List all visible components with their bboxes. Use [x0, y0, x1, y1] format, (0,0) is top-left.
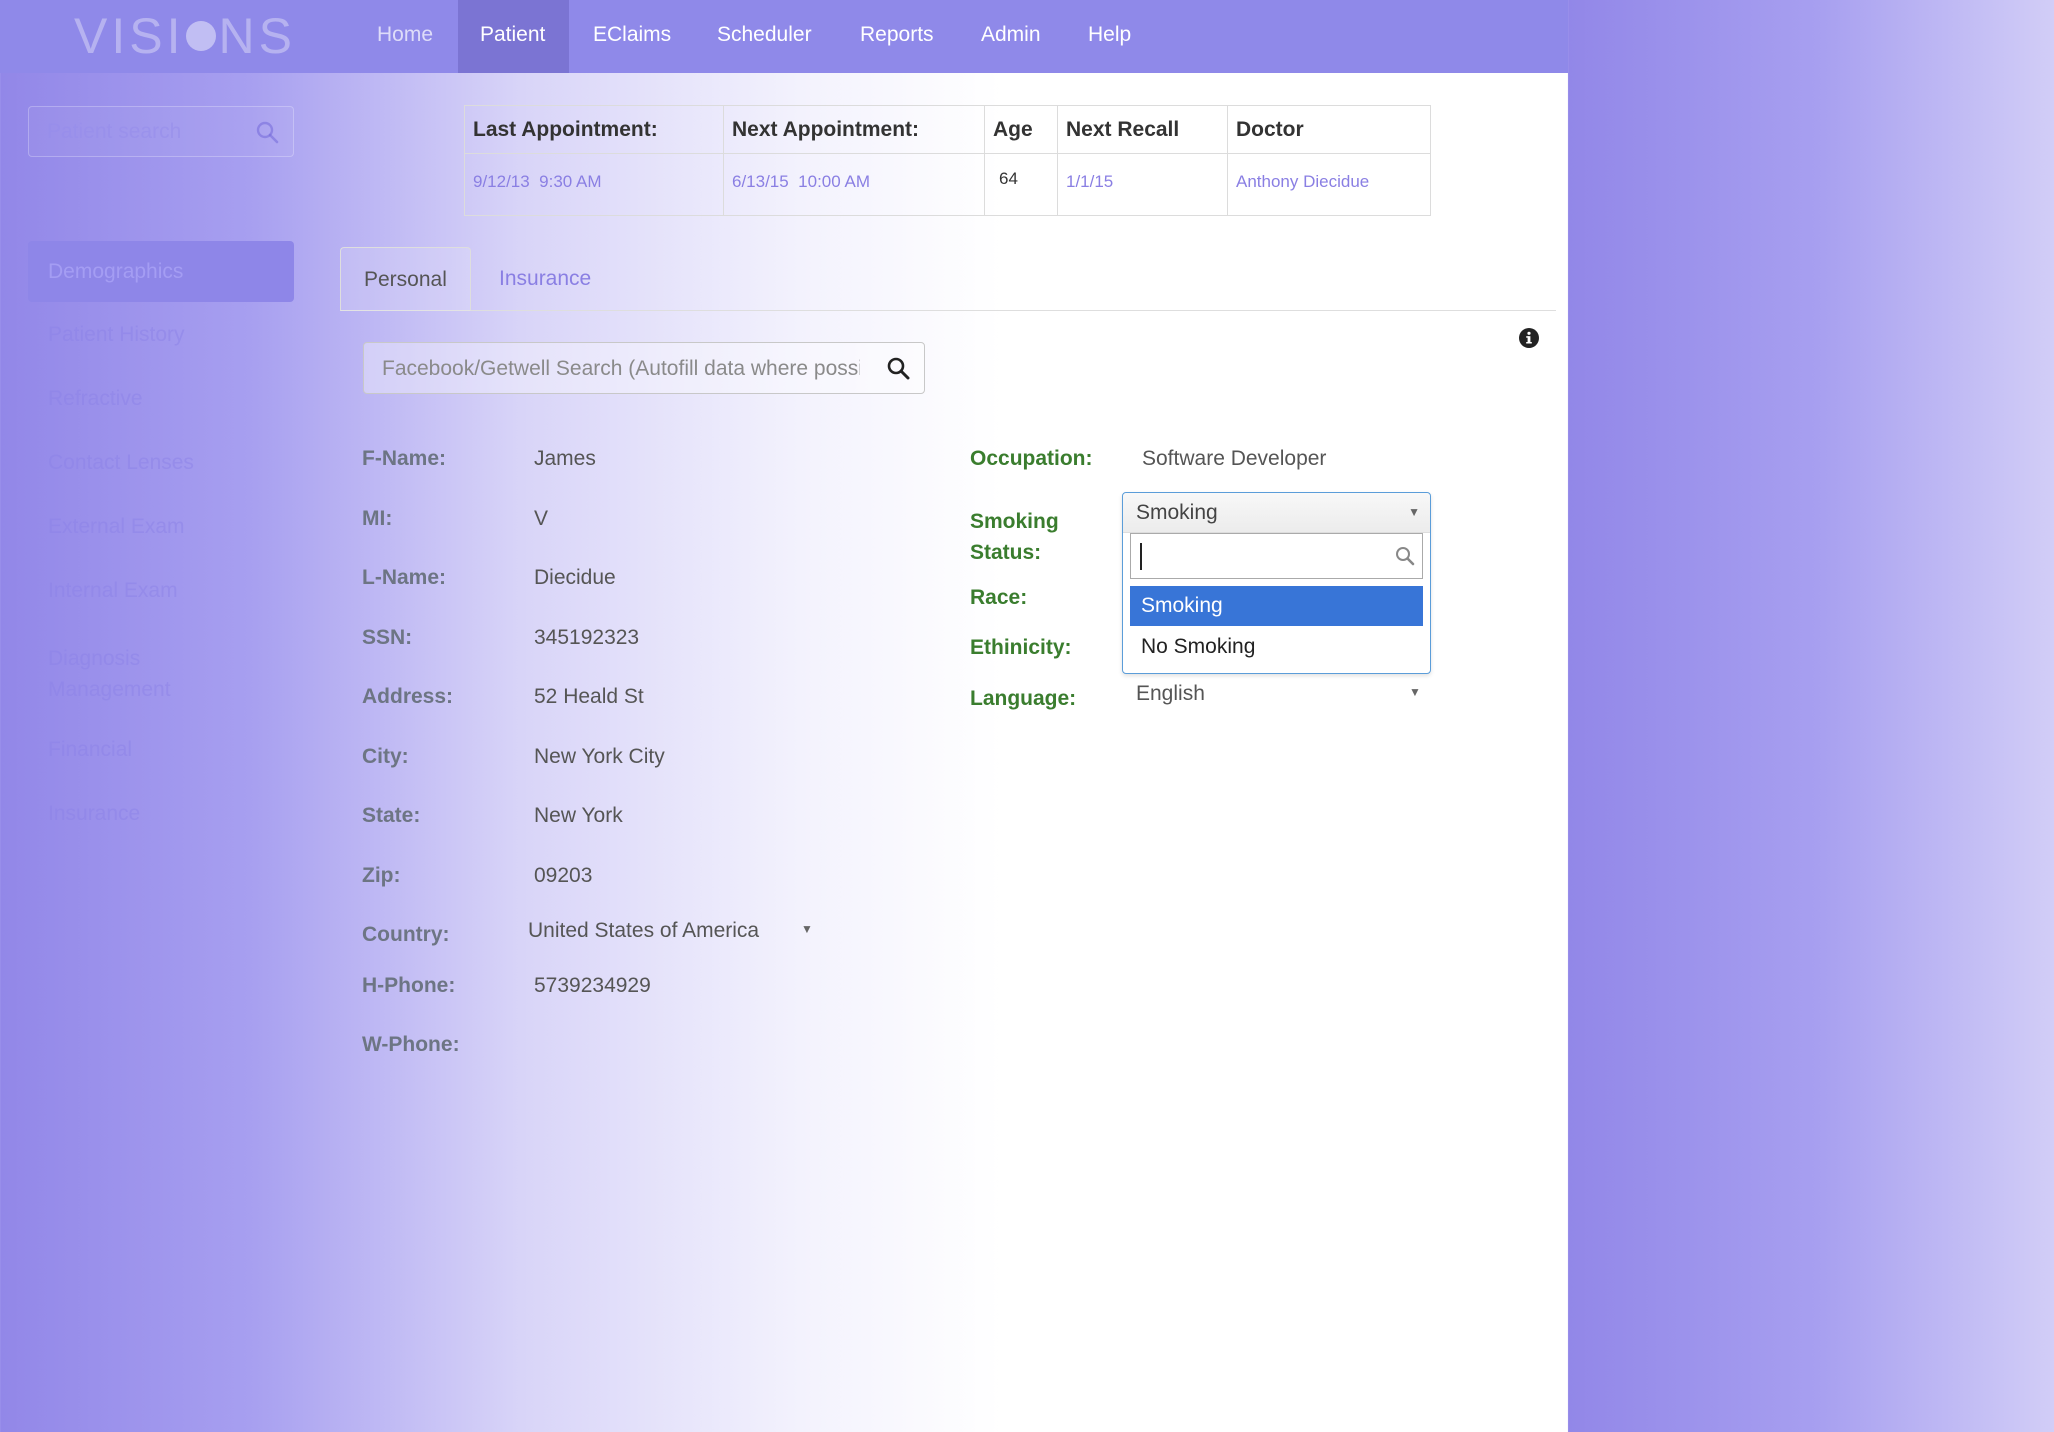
dropdown-search-input[interactable]	[1130, 533, 1423, 579]
chevron-down-icon: ▼	[1409, 685, 1421, 699]
state-label: State:	[362, 804, 421, 827]
hphone-value[interactable]: 5739234929	[534, 974, 651, 998]
occupation-value[interactable]: Software Developer	[1142, 447, 1326, 471]
nav-reports[interactable]: Reports	[838, 0, 956, 73]
table-header-row: Last Appointment: Next Appointment: Age …	[464, 105, 1431, 154]
address-label: Address:	[362, 685, 454, 708]
mi-label: MI:	[362, 507, 393, 530]
ethnicity-label: Ethinicity:	[970, 636, 1072, 659]
language-label: Language:	[970, 687, 1077, 710]
patient-search-input[interactable]: Patient search	[28, 106, 294, 157]
city-value[interactable]: New York City	[534, 745, 665, 769]
nav-help[interactable]: Help	[1066, 0, 1153, 73]
age-value: 64	[984, 153, 1058, 216]
ssn-value[interactable]: 345192323	[534, 626, 639, 650]
tab-insurance[interactable]: Insurance	[476, 247, 614, 311]
nav-scheduler[interactable]: Scheduler	[695, 0, 834, 73]
sidebar-item-internal-exam[interactable]: Internal Exam	[28, 579, 294, 603]
smoking-status-dropdown[interactable]: Smoking ▼ Smoking No Smoking	[1122, 492, 1431, 674]
country-selected-value: United States of America	[528, 919, 760, 942]
last-appointment-link[interactable]: 9/12/13 9:30 AM	[464, 153, 724, 216]
text-cursor	[1140, 543, 1142, 570]
table-row: 9/12/13 9:30 AM 6/13/15 10:00 AM 64 1/1/…	[464, 153, 1431, 216]
wphone-label: W-Phone:	[362, 1033, 460, 1056]
smoking-selected-value: Smoking	[1136, 501, 1218, 524]
nav-patient[interactable]: Patient	[458, 0, 569, 73]
state-value[interactable]: New York	[534, 804, 623, 828]
sidebar-item-external-exam[interactable]: External Exam	[28, 515, 294, 539]
column-header-next-recall: Next Recall	[1057, 105, 1228, 154]
next-appointment-link[interactable]: 6/13/15 10:00 AM	[723, 153, 985, 216]
zip-label: Zip:	[362, 864, 401, 887]
race-label: Race:	[970, 586, 1028, 609]
sidebar-item-patient-history[interactable]: Patient History	[28, 323, 294, 347]
next-recall-link[interactable]: 1/1/15	[1057, 153, 1228, 216]
lname-value[interactable]: Diecidue	[534, 566, 616, 590]
sidebar-item-refractive[interactable]: Refractive	[28, 387, 294, 411]
nav-admin[interactable]: Admin	[959, 0, 1063, 73]
fname-label: F-Name:	[362, 447, 447, 470]
sidebar-item-insurance[interactable]: Insurance	[28, 802, 294, 826]
smoking-label-line1: Smoking	[970, 510, 1059, 533]
column-header-doctor: Doctor	[1227, 105, 1431, 154]
zip-value[interactable]: 09203	[534, 864, 592, 888]
search-icon[interactable]	[255, 120, 279, 149]
social-search-input[interactable]: Facebook/Getwell Search (Autofill data w…	[363, 342, 925, 394]
column-header-last-appointment: Last Appointment:	[464, 105, 724, 154]
sidebar-item-diagnosis-management[interactable]: Diagnosis Management	[28, 643, 228, 705]
search-icon	[1394, 545, 1416, 572]
logo-text-right: NS	[218, 8, 296, 64]
city-label: City:	[362, 745, 409, 768]
fname-value[interactable]: James	[534, 447, 596, 471]
chevron-down-icon: ▼	[801, 922, 813, 936]
logo-circle-icon	[186, 20, 217, 51]
chevron-down-icon: ▼	[1408, 505, 1420, 519]
sidebar-item-demographics[interactable]: Demographics	[28, 241, 294, 302]
nav-eclaims[interactable]: EClaims	[571, 0, 693, 73]
search-icon[interactable]	[886, 356, 910, 385]
lname-label: L-Name:	[362, 566, 447, 589]
sidebar-item-contact-lenses[interactable]: Contact Lenses	[28, 451, 294, 475]
address-value[interactable]: 52 Heald St	[534, 685, 644, 709]
column-header-age: Age	[984, 105, 1058, 154]
nav-home[interactable]: Home	[355, 0, 455, 73]
dropdown-option-no-smoking[interactable]: No Smoking	[1130, 627, 1423, 667]
country-label: Country:	[362, 923, 450, 946]
ssn-label: SSN:	[362, 626, 413, 649]
appointment-summary-table: Last Appointment: Next Appointment: Age …	[464, 105, 1431, 216]
info-icon[interactable]	[1518, 327, 1540, 354]
language-selected-value: English	[1136, 682, 1205, 705]
doctor-link[interactable]: Anthony Diecidue	[1227, 153, 1431, 216]
hphone-label: H-Phone:	[362, 974, 456, 997]
occupation-label: Occupation:	[970, 447, 1093, 470]
smoking-status-select[interactable]: Smoking ▼	[1123, 493, 1430, 533]
smoking-label-line2: Status:	[970, 541, 1042, 564]
top-navbar: VISI NS Home Patient EClaims Scheduler Re…	[0, 0, 1568, 73]
social-search-placeholder: Facebook/Getwell Search (Autofill data w…	[382, 357, 860, 380]
dropdown-option-smoking[interactable]: Smoking	[1130, 586, 1423, 626]
visions-logo[interactable]: VISI NS	[74, 8, 296, 64]
patient-search-placeholder: Patient search	[47, 120, 182, 143]
smoking-status-label: Smoking Status:	[970, 506, 1059, 568]
column-header-next-appointment: Next Appointment:	[723, 105, 985, 154]
sidebar-item-financial[interactable]: Financial	[28, 738, 294, 762]
mi-value[interactable]: V	[534, 507, 548, 531]
tab-personal[interactable]: Personal	[340, 247, 471, 311]
logo-text-left: VISI	[74, 8, 185, 64]
